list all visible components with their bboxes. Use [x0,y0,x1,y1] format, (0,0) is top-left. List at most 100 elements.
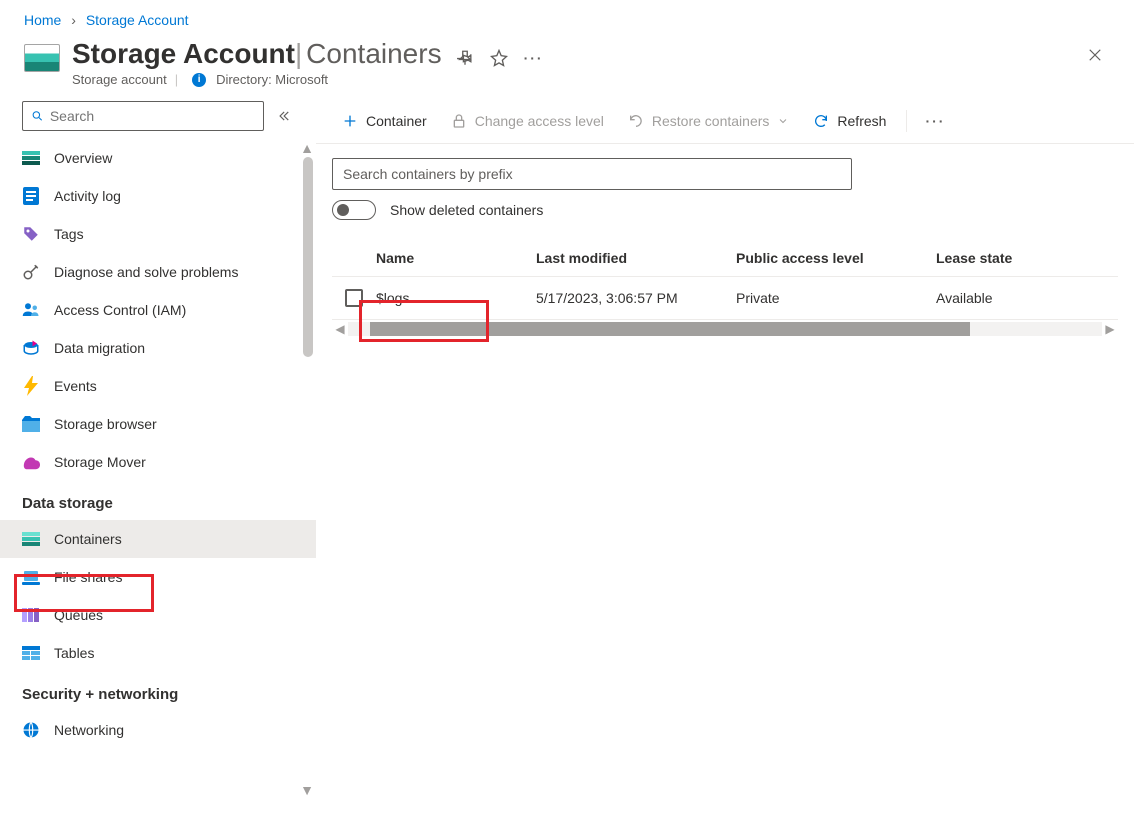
tables-icon [22,644,40,662]
search-icon [31,109,44,123]
column-name[interactable]: Name [376,250,536,266]
horizontal-scrollbar[interactable]: ◀ ▶ [332,322,1118,336]
separator [906,110,907,132]
activity-log-icon [22,187,40,205]
chevron-right-icon: › [71,12,76,28]
cell-access: Private [736,290,936,306]
main-panel: Container Change access level Restore co… [316,101,1134,799]
directory-label: Directory: Microsoft [216,72,328,87]
nav-label: Data migration [54,340,145,356]
scroll-up-icon[interactable]: ▲ [298,139,316,157]
toolbar-label: Container [366,113,427,129]
nav-label: File shares [54,569,122,585]
breadcrumb-home[interactable]: Home [24,12,61,28]
nav-storage-mover[interactable]: Storage Mover [0,443,316,481]
breadcrumb-current[interactable]: Storage Account [86,12,189,28]
info-icon: i [192,73,206,87]
lock-icon [451,113,467,129]
close-icon[interactable] [1080,40,1110,70]
nav-label: Access Control (IAM) [54,302,186,318]
resource-type-label: Storage account [72,72,167,87]
containers-icon [22,530,40,548]
cell-modified: 5/17/2023, 3:06:57 PM [536,290,736,306]
restore-containers-button: Restore containers [618,109,800,133]
nav-activity-log[interactable]: Activity log [0,177,316,215]
show-deleted-toggle[interactable] [332,200,376,220]
nav-label: Tables [54,645,94,661]
column-modified[interactable]: Last modified [536,250,736,266]
add-container-button[interactable]: Container [332,109,437,133]
page-header: Storage Account| Containers ··· Storage … [0,32,1134,101]
nav-label: Containers [54,531,122,547]
chevron-down-icon [777,115,789,127]
nav-data-migration[interactable]: Data migration [0,329,316,367]
scroll-left-icon[interactable]: ◀ [332,322,348,336]
nav-queues[interactable]: Queues [0,596,316,634]
more-icon[interactable]: ··· [524,50,544,66]
collapse-sidebar-icon[interactable] [272,105,294,127]
nav-storage-browser[interactable]: Storage browser [0,405,316,443]
nav-section-data-storage: Data storage [0,481,316,520]
storage-mover-icon [22,453,40,471]
pin-icon[interactable] [456,49,474,67]
star-icon[interactable] [490,49,508,67]
toolbar-label: Refresh [837,113,886,129]
nav-label: Activity log [54,188,121,204]
nav-file-shares[interactable]: File shares [0,558,316,596]
toolbar: Container Change access level Restore co… [316,101,1134,144]
nav-containers[interactable]: Containers [0,520,316,558]
sidebar-search[interactable] [22,101,264,131]
nav-access-control[interactable]: Access Control (IAM) [0,291,316,329]
nav-overview[interactable]: Overview [0,139,316,177]
nav-label: Storage browser [54,416,157,432]
hscroll-thumb[interactable] [370,322,970,336]
plus-icon [342,113,358,129]
data-migration-icon [22,339,40,357]
sidebar: Overview Activity log Tags Diagnose and … [0,101,316,799]
queues-icon [22,606,40,624]
nav-networking[interactable]: Networking [0,711,316,749]
nav-events[interactable]: Events [0,367,316,405]
cell-name[interactable]: $logs [376,290,536,306]
containers-table: Name Last modified Public access level L… [332,250,1118,336]
toolbar-label: Change access level [475,113,604,129]
page-title: Storage Account| Containers [72,38,442,70]
refresh-button[interactable]: Refresh [803,109,896,133]
nav-label: Diagnose and solve problems [54,264,238,280]
nav-diagnose[interactable]: Diagnose and solve problems [0,253,316,291]
toolbar-label: Restore containers [652,113,770,129]
nav-label: Tags [54,226,84,242]
toggle-label: Show deleted containers [390,202,543,218]
refresh-icon [813,113,829,129]
table-row[interactable]: $logs 5/17/2023, 3:06:57 PM Private Avai… [332,277,1118,320]
column-lease[interactable]: Lease state [936,250,1118,266]
nav-label: Overview [54,150,112,166]
nav-label: Queues [54,607,103,623]
cell-lease: Available [936,290,1118,306]
scrollbar[interactable]: ▲ ▼ [298,139,316,799]
storage-account-icon [24,44,60,80]
sidebar-search-input[interactable] [50,108,255,124]
diagnose-icon [22,263,40,281]
nav-tags[interactable]: Tags [0,215,316,253]
nav-label: Networking [54,722,124,738]
nav-label: Storage Mover [54,454,146,470]
overview-icon [22,149,40,167]
file-shares-icon [22,568,40,586]
scroll-right-icon[interactable]: ▶ [1102,322,1118,336]
networking-icon [22,721,40,739]
undo-icon [628,113,644,129]
column-access[interactable]: Public access level [736,250,936,266]
nav-label: Events [54,378,97,394]
scroll-down-icon[interactable]: ▼ [298,781,316,799]
breadcrumb: Home › Storage Account [0,0,1134,32]
more-actions-button[interactable]: ··· [917,109,953,133]
row-checkbox[interactable] [345,289,363,307]
access-control-icon [22,301,40,319]
events-icon [22,377,40,395]
scrollbar-thumb[interactable] [303,157,313,357]
nav-section-security: Security + networking [0,672,316,711]
nav-tables[interactable]: Tables [0,634,316,672]
change-access-button: Change access level [441,109,614,133]
search-containers-input[interactable] [332,158,852,190]
